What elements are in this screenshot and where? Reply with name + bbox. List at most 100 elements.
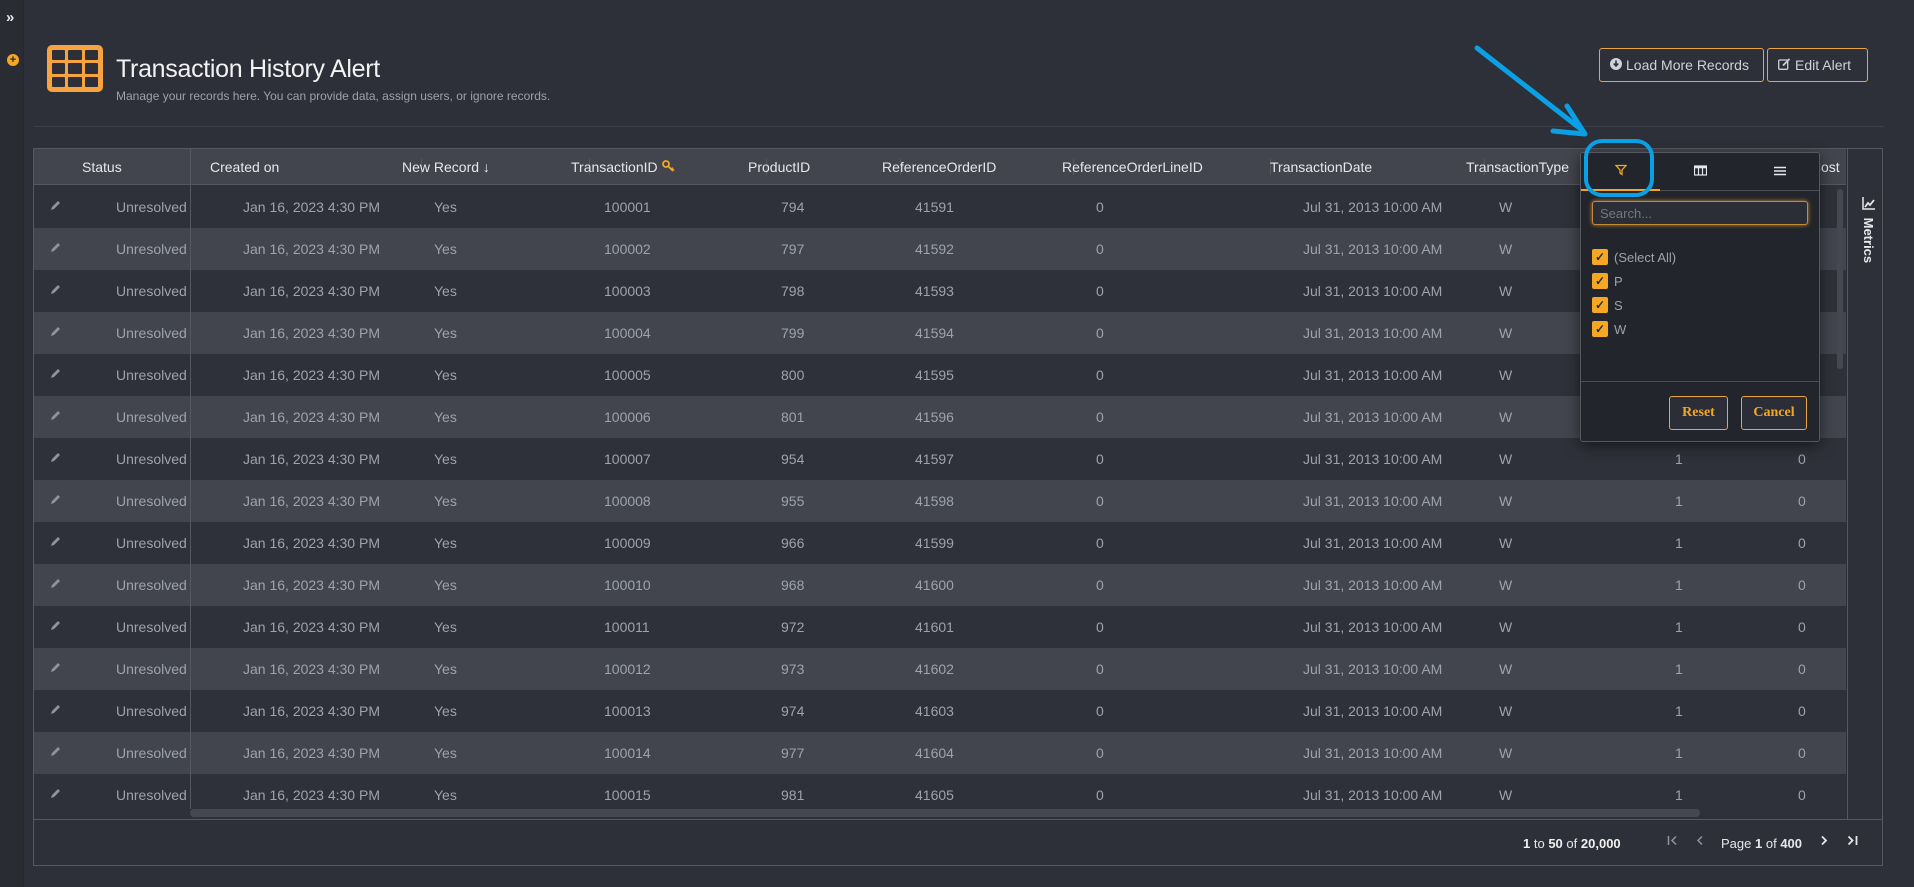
pencil-icon[interactable] [50,186,61,228]
column-header-transaction-id[interactable]: TransactionID [571,149,767,185]
table-row[interactable]: Unresolved Jan 16, 2023 4:30 PM Yes 100002 7… [34,228,1846,270]
transaction-type-cell: W [1499,493,1513,509]
new-record-cell: Yes [434,451,457,467]
pencil-icon[interactable] [50,396,61,438]
checkbox-checked-icon[interactable]: ✓ [1592,273,1608,289]
table-row[interactable]: Unresolved Jan 16, 2023 4:30 PM Yes 100001 7… [34,186,1846,228]
column-header-product-id[interactable]: ProductID [748,149,901,185]
reference-order-id-cell: 41600 [915,577,954,593]
table-row[interactable]: Unresolved Jan 16, 2023 4:30 PM Yes 100010 9… [34,564,1846,606]
pencil-icon[interactable] [50,606,61,648]
table-grid-icon [47,45,103,92]
created-on-cell: Jan 16, 2023 4:30 PM [243,577,380,593]
key-icon [661,159,675,175]
pencil-icon[interactable] [50,732,61,774]
expand-sidebar-icon[interactable]: » [6,9,14,26]
filter-option[interactable]: ✓ P [1592,272,1623,290]
metrics-tab[interactable]: Metrics [1856,197,1876,263]
filter-tab[interactable] [1581,153,1660,191]
reference-order-id-cell: 41595 [915,367,954,383]
edit-alert-label: Edit Alert [1795,57,1852,73]
columns-tab[interactable] [1661,153,1740,191]
transaction-type-cell: W [1499,619,1513,635]
column-header-new-record[interactable]: New Record ↓ [402,149,590,185]
column-header-reference-order-line-id[interactable]: ReferenceOrderLineID [1062,149,1271,185]
pencil-icon[interactable] [50,522,61,564]
table-row[interactable]: Unresolved Jan 16, 2023 4:30 PM Yes 100003 7… [34,270,1846,312]
column-header-reference-order-id[interactable]: ReferenceOrderID [882,149,1074,185]
product-id-cell: 799 [781,325,805,341]
pencil-icon[interactable] [50,312,61,354]
quantity-cell: 1 [1675,577,1683,593]
transaction-date-cell: Jul 31, 2013 10:00 AM [1303,199,1443,215]
table-row[interactable]: Unresolved Jan 16, 2023 4:30 PM Yes 100004 7… [34,312,1846,354]
status-cell: Unresolved [116,451,187,467]
new-record-cell: Yes [434,283,457,299]
reset-button[interactable]: Reset [1669,396,1728,430]
checkbox-checked-icon[interactable]: ✓ [1592,249,1608,265]
transaction-type-cell: W [1499,241,1513,257]
transaction-type-cell: W [1499,661,1513,677]
edit-alert-button[interactable]: Edit Alert [1767,48,1868,82]
load-more-records-button[interactable]: Load More Records [1599,48,1764,82]
filter-option[interactable]: ✓ W [1592,320,1626,338]
table-row[interactable]: Unresolved Jan 16, 2023 4:30 PM Yes 100006 8… [34,396,1846,438]
grid-body: Status Created on New Record ↓ Transacti… [34,149,1846,819]
first-page-button[interactable] [1667,833,1678,849]
reference-order-id-cell: 41599 [915,535,954,551]
pencil-icon[interactable] [50,648,61,690]
pencil-icon[interactable] [50,354,61,396]
cancel-button[interactable]: Cancel [1741,396,1807,430]
checkbox-checked-icon[interactable]: ✓ [1592,321,1608,337]
vertical-scrollbar[interactable] [1837,189,1843,369]
table-row[interactable]: Unresolved Jan 16, 2023 4:30 PM Yes 100009 9… [34,522,1846,564]
product-id-cell: 954 [781,451,805,467]
reference-order-line-id-cell: 0 [1096,241,1104,257]
next-page-button[interactable] [1820,833,1828,849]
table-row[interactable]: Unresolved Jan 16, 2023 4:30 PM Yes 100005 8… [34,354,1846,396]
new-record-cell: Yes [434,367,457,383]
product-id-cell: 977 [781,745,805,761]
table-row[interactable]: Unresolved Jan 16, 2023 4:30 PM Yes 100013 9… [34,690,1846,732]
table-row[interactable]: Unresolved Jan 16, 2023 4:30 PM Yes 100011 9… [34,606,1846,648]
column-header-transaction-date[interactable]: TransactionDate [1270,149,1485,185]
pencil-icon[interactable] [50,438,61,480]
pencil-icon[interactable] [50,690,61,732]
filter-search-input[interactable] [1592,201,1808,225]
transaction-id-cell: 100010 [604,577,651,593]
table-row[interactable]: Unresolved Jan 16, 2023 4:30 PM Yes 100008 9… [34,480,1846,522]
column-header-status[interactable]: Status [82,149,190,185]
transaction-date-cell: Jul 31, 2013 10:00 AM [1303,493,1443,509]
table-row[interactable]: Unresolved Jan 16, 2023 4:30 PM Yes 100012 9… [34,648,1846,690]
record-count: 1 to 50 of 20,000 [1523,836,1621,851]
pencil-icon[interactable] [50,564,61,606]
general-menu-tab[interactable] [1740,153,1819,191]
reference-order-line-id-cell: 0 [1096,745,1104,761]
add-icon[interactable]: + [7,54,19,66]
created-on-cell: Jan 16, 2023 4:30 PM [243,451,380,467]
checkbox-checked-icon[interactable]: ✓ [1592,297,1608,313]
pencil-icon[interactable] [50,480,61,522]
table-row[interactable]: Unresolved Jan 16, 2023 4:30 PM Yes 100007 9… [34,438,1846,480]
pencil-icon[interactable] [50,228,61,270]
transaction-type-cell: W [1499,409,1513,425]
previous-page-button[interactable] [1696,833,1704,849]
transaction-id-cell: 100008 [604,493,651,509]
table-row[interactable]: Unresolved Jan 16, 2023 4:30 PM Yes 100014 9… [34,732,1846,774]
filter-option-label: S [1614,297,1623,313]
new-record-cell: Yes [434,745,457,761]
pencil-icon[interactable] [50,774,61,816]
reference-order-id-cell: 41596 [915,409,954,425]
pencil-icon[interactable] [50,270,61,312]
horizontal-scrollbar[interactable] [190,809,1700,817]
last-page-button[interactable] [1847,833,1858,849]
reference-order-line-id-cell: 0 [1096,661,1104,677]
transaction-type-cell: W [1499,367,1513,383]
filter-option[interactable]: ✓ (Select All) [1592,248,1676,266]
new-record-cell: Yes [434,703,457,719]
column-header-created-on[interactable]: Created on [210,149,422,185]
actual-cost-cell: 0 [1798,493,1806,509]
pinned-column-divider [190,149,191,809]
left-rail: » + [0,0,24,887]
filter-option[interactable]: ✓ S [1592,296,1623,314]
